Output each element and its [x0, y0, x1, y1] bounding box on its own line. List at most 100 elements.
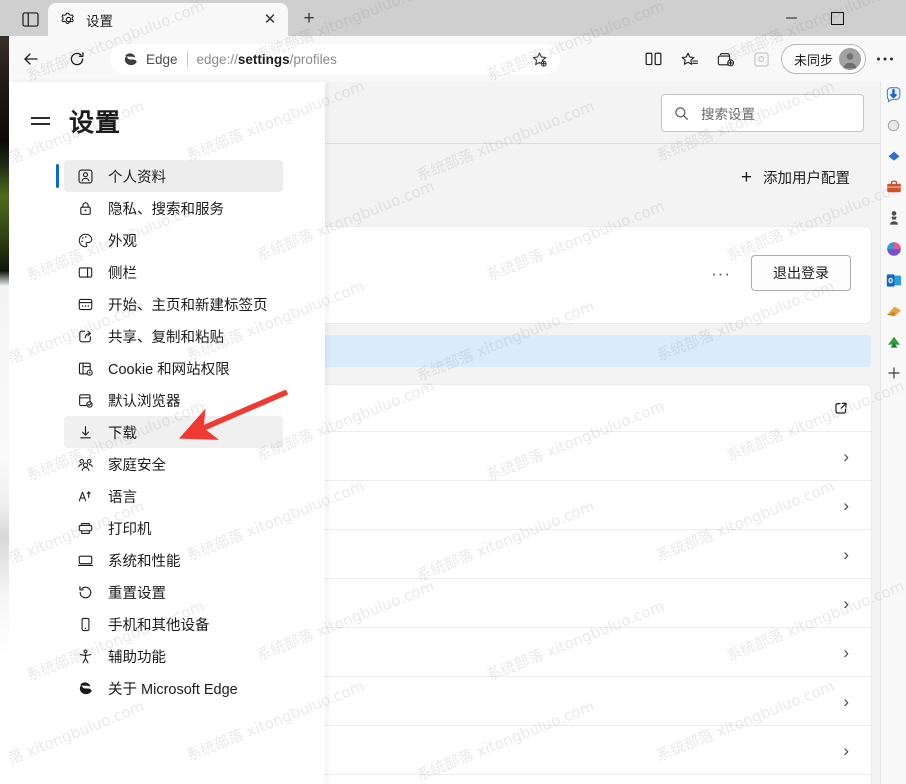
- palette-icon: [76, 231, 94, 249]
- shopping-icon[interactable]: [884, 177, 904, 197]
- sidebar-item-printers[interactable]: 打印机: [64, 512, 283, 544]
- collections-icon[interactable]: [709, 42, 743, 76]
- chevron-right-icon: ›: [843, 642, 849, 662]
- sidebar-item-label: 默认浏览器: [108, 393, 181, 410]
- chevron-right-icon: ›: [843, 691, 849, 711]
- search-circle-icon[interactable]: [884, 115, 904, 135]
- sidebar-item-downloads[interactable]: 下载: [64, 416, 283, 448]
- sidebar-icon: [76, 263, 94, 281]
- sync-status-button[interactable]: 未同步: [780, 44, 866, 74]
- sidebar-item-label: 手机和其他设备: [108, 617, 210, 634]
- tab-title: 设置: [86, 13, 113, 29]
- outlook-icon[interactable]: [884, 270, 904, 290]
- sidebar-item-about-edge[interactable]: 关于 Microsoft Edge: [64, 672, 283, 704]
- dropbox-icon[interactable]: [884, 332, 904, 352]
- phone-icon: [76, 615, 94, 633]
- sidebar-item-label: 系统和性能: [108, 553, 181, 570]
- omnibox-url[interactable]: edge://settings/profiles: [197, 52, 526, 67]
- sidebar-item-accessibility[interactable]: 辅助功能: [64, 640, 283, 672]
- edge-logo-icon: [76, 679, 94, 697]
- microsoft365-icon[interactable]: [884, 239, 904, 259]
- chevron-right-icon: ›: [843, 593, 849, 613]
- sidebar-item-family-safety[interactable]: 家庭安全: [64, 448, 283, 480]
- edge-copilot-icon[interactable]: [884, 84, 904, 104]
- language-icon: [76, 487, 94, 505]
- new-tab-button[interactable]: +: [296, 6, 322, 32]
- sidebar-item-appearance[interactable]: 外观: [64, 224, 283, 256]
- sidebar-item-privacy[interactable]: 隐私、搜索和服务: [64, 192, 283, 224]
- sidebar-item-label: 隐私、搜索和服务: [108, 201, 224, 218]
- edge-logo-icon: [124, 52, 137, 65]
- window-controls: [768, 0, 906, 36]
- system-icon: [76, 551, 94, 569]
- chevron-right-icon: ›: [843, 446, 849, 466]
- sidebar-item-label: 重置设置: [108, 585, 166, 602]
- add-profile-button[interactable]: + 添加用户配置: [741, 167, 850, 188]
- maximize-button[interactable]: [814, 0, 860, 36]
- minimize-button[interactable]: [768, 0, 814, 36]
- sync-status-label: 未同步: [793, 52, 833, 68]
- account-avatar-icon: [839, 48, 861, 70]
- search-settings-placeholder: 搜索设置: [701, 107, 755, 122]
- sidebar-item-default-browser[interactable]: 默认浏览器: [64, 384, 283, 416]
- sidebar-item-languages[interactable]: 语言: [64, 480, 283, 512]
- sidebar-item-label: 个人资料: [108, 169, 166, 186]
- games-icon[interactable]: [884, 146, 904, 166]
- favorites-star-icon[interactable]: [673, 42, 707, 76]
- sidebar-item-reset-settings[interactable]: 重置设置: [64, 576, 283, 608]
- sign-out-button[interactable]: 退出登录: [751, 255, 851, 291]
- default-browser-icon: [76, 391, 94, 409]
- sidebar-item-profiles[interactable]: 个人资料: [56, 160, 283, 192]
- search-icon: [675, 106, 688, 120]
- desktop-edge-top: [0, 0, 9, 36]
- add-favorite-icon[interactable]: [526, 46, 552, 72]
- chevron-right-icon: ›: [843, 544, 849, 564]
- toolbar-right-actions: 未同步: [637, 42, 902, 76]
- edge-sidebar-rail: [880, 82, 906, 784]
- more-ellipsis-icon[interactable]: [868, 42, 902, 76]
- browser-tab-settings[interactable]: 设置 ✕: [48, 3, 288, 36]
- accessibility-icon: [76, 647, 94, 665]
- add-sidebar-app-icon[interactable]: [884, 363, 904, 383]
- lock-icon: [76, 199, 94, 217]
- sidebar-item-start-home-newtab[interactable]: 开始、主页和新建标签页: [64, 288, 283, 320]
- sidebar-item-label: 家庭安全: [108, 457, 166, 474]
- chevron-right-icon: ›: [843, 495, 849, 515]
- sidebar-item-label: 下载: [108, 425, 137, 442]
- sidebar-item-label: 侧栏: [108, 265, 137, 282]
- sidebar-item-system-performance[interactable]: 系统和性能: [64, 544, 283, 576]
- sidebar-item-cookies[interactable]: Cookie 和网站权限: [64, 352, 283, 384]
- back-arrow-icon[interactable]: [14, 42, 48, 76]
- sidebar-item-sidebar[interactable]: 侧栏: [64, 256, 283, 288]
- tools-icon[interactable]: [884, 208, 904, 228]
- sidebar-item-share-copy-paste[interactable]: 共享、复制和粘贴: [64, 320, 283, 352]
- split-screen-icon[interactable]: [637, 42, 671, 76]
- download-icon: [76, 423, 94, 441]
- search-settings-box[interactable]: 搜索设置: [661, 94, 864, 132]
- sidebar-item-label: 共享、复制和粘贴: [108, 329, 224, 346]
- plus-icon: +: [740, 167, 752, 188]
- sidebar-item-label: 开始、主页和新建标签页: [108, 297, 268, 314]
- hamburger-menu-icon[interactable]: [31, 110, 53, 132]
- office-icon[interactable]: [884, 301, 904, 321]
- address-bar[interactable]: Edge edge://settings/profiles: [110, 44, 560, 74]
- sidebar-item-label: 关于 Microsoft Edge: [108, 681, 238, 698]
- close-window-button[interactable]: [860, 0, 906, 36]
- add-profile-label: 添加用户配置: [763, 171, 850, 187]
- sidebar-item-phone-devices[interactable]: 手机和其他设备: [64, 608, 283, 640]
- family-safety-icon: [76, 455, 94, 473]
- tab-actions-icon[interactable]: [14, 6, 46, 32]
- printer-icon: [76, 519, 94, 537]
- copilot-icon[interactable]: [745, 42, 779, 76]
- cookie-icon: [76, 359, 94, 377]
- edge-brand: Edge: [122, 51, 178, 68]
- refresh-icon[interactable]: [60, 42, 94, 76]
- profile-more-button[interactable]: ···: [705, 261, 737, 286]
- omnibox-brand-label: Edge: [146, 51, 178, 67]
- chevron-right-icon: ›: [843, 740, 849, 760]
- sidebar-item-label: 打印机: [108, 521, 152, 538]
- profile-icon: [76, 167, 94, 185]
- close-icon[interactable]: ✕: [258, 8, 282, 32]
- sidebar-item-label: Cookie 和网站权限: [108, 361, 230, 378]
- settings-navigation-flyout: 设置 个人资料 隐私、搜索和服务 外观 侧栏 开始、主页和新建标签页 共享、复制…: [9, 82, 325, 784]
